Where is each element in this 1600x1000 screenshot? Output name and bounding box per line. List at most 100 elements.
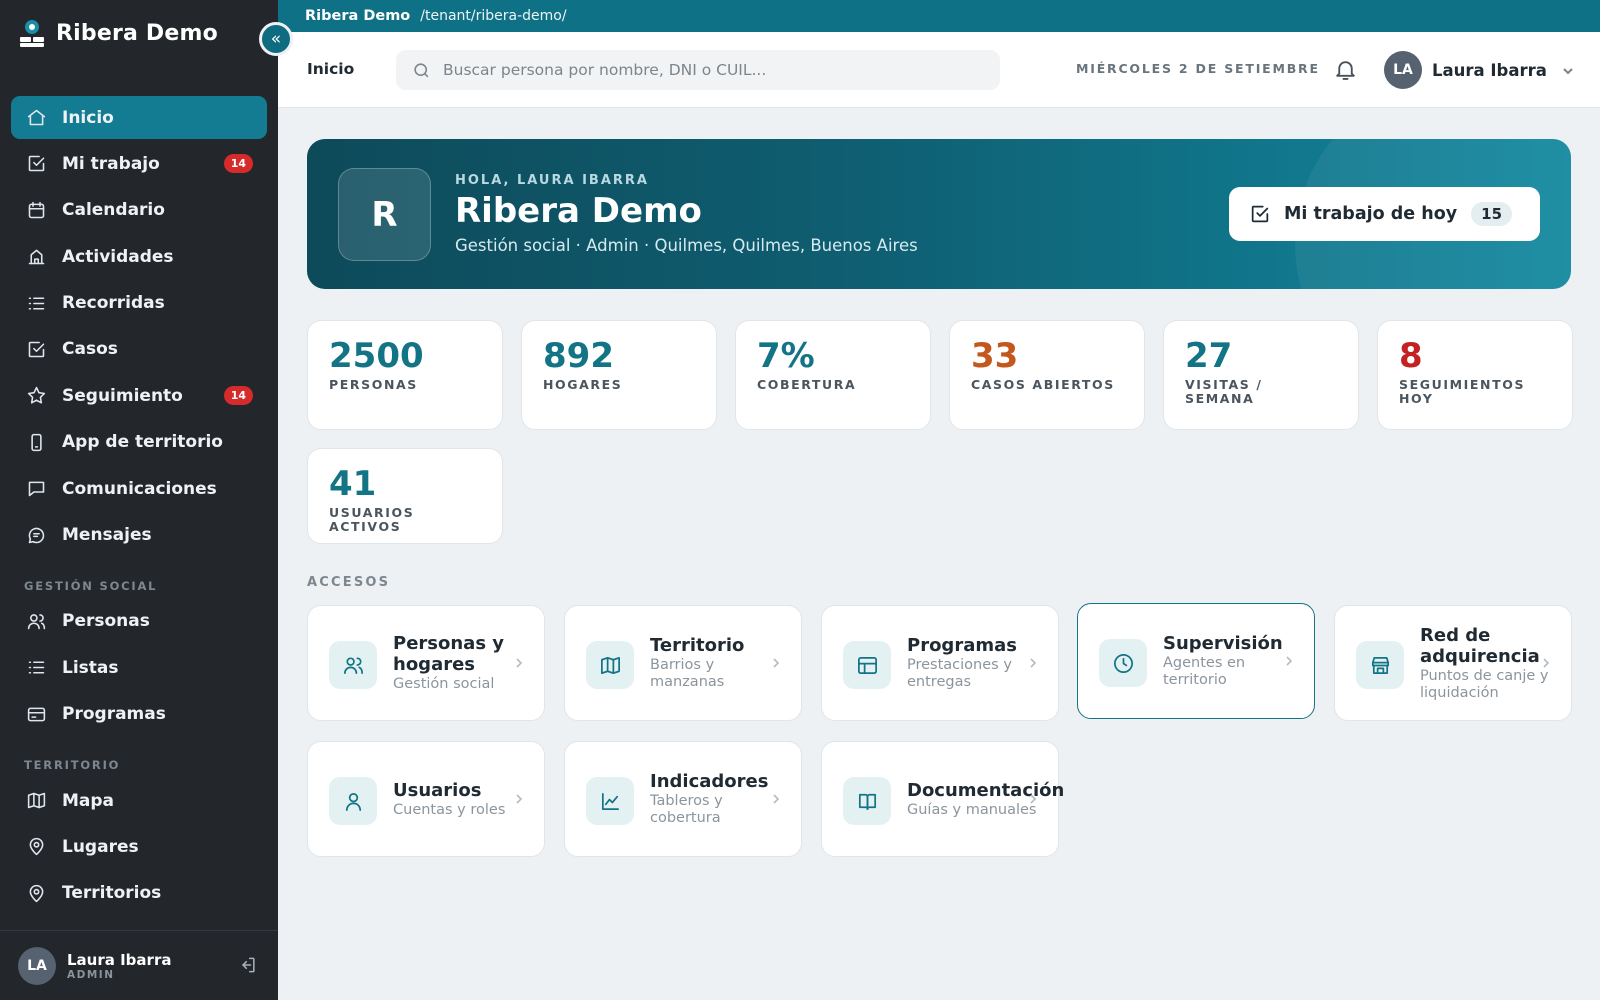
access-card-title: Supervisión [1163,633,1283,654]
users-icon [329,641,377,689]
user-menu[interactable]: LA Laura Ibarra [1384,51,1575,89]
access-card-subtitle: Puntos de canje y liquidación [1420,667,1549,701]
stat-value: 2500 [329,336,424,376]
tenant-name[interactable]: Ribera Demo [305,8,410,24]
stat-label: HOGARES [543,377,623,392]
sidebar-item-label: App de territorio [62,432,223,453]
chevron-down-icon [1561,63,1575,77]
list-icon [24,291,48,315]
sidebar-item-app-de-territorio[interactable]: App de territorio [11,421,267,464]
star-icon [24,384,48,408]
access-card-territorio[interactable]: Territorio Barrios y manzanas [564,605,802,721]
sidebar-item-inicio[interactable]: Inicio [11,96,267,139]
access-card-indicadores[interactable]: Indicadores Tableros y cobertura [564,741,802,857]
stat-card[interactable]: 7% COBERTURA [735,320,931,430]
avatar[interactable]: LA [18,946,56,985]
header: Inicio MIÉRCOLES 2 DE SETIEMBRE LA Laura… [278,32,1600,108]
access-card-subtitle: Guías y manuales [907,801,1037,818]
access-card-supervision[interactable]: Supervisión Agentes en territorio [1077,603,1315,719]
checkbox-icon [24,337,48,361]
footer-user-role: ADMIN [67,968,115,981]
chat-icon [24,477,48,501]
count-badge: 14 [223,154,253,174]
sidebar-item-label: Mensajes [62,525,152,546]
sidebar-item-calendario[interactable]: Calendario [11,189,267,232]
sidebar-item-programas[interactable]: Programas [11,693,267,736]
page-title: Ribera Demo [455,191,702,231]
stat-card[interactable]: 33 CASOS ABIERTOS [949,320,1145,430]
users-icon [24,609,48,633]
stat-card[interactable]: 27 VISITAS / SEMANA [1163,320,1359,430]
logout-icon[interactable] [238,955,258,975]
stat-card[interactable]: 8 SEGUIMIENTOS HOY [1377,320,1573,430]
map-icon [586,641,634,689]
sidebar-item-personas[interactable]: Personas [11,600,267,643]
notifications-bell-icon[interactable] [1330,54,1360,84]
section-label-accesos: ACCESOS [307,575,391,590]
collapse-sidebar-button[interactable]: « [259,22,293,56]
sidebar-section-heading: TERRITORIO [24,758,121,773]
list-icon [24,656,48,680]
sidebar-item-actividades[interactable]: Actividades [11,235,267,278]
calendar-icon [24,198,48,222]
stat-card[interactable]: 2500 PERSONAS [307,320,503,430]
stat-label: USUARIOS ACTIVOS [329,505,415,534]
sidebar-item-label: Recorridas [62,293,165,314]
sidebar-item-mapa[interactable]: Mapa [11,779,267,822]
sidebar-item-recorridas[interactable]: Recorridas [11,282,267,325]
brand-logo-icon [20,20,44,47]
chevron-right-icon [514,791,524,807]
stat-label: PERSONAS [329,377,418,392]
stat-label: COBERTURA [757,377,857,392]
chevron-right-icon [771,655,781,671]
my-work-today-count: 15 [1471,202,1513,226]
access-card-programas[interactable]: Programas Prestaciones y entregas [821,605,1059,721]
sidebar-item-comunicaciones[interactable]: Comunicaciones [11,467,267,510]
sidebar-item-label: Casos [62,339,118,360]
my-work-today-button[interactable]: Mi trabajo de hoy 15 [1229,187,1540,241]
access-card-subtitle: Barrios y manzanas [650,657,725,690]
building-icon [24,245,48,269]
access-card-documentacion[interactable]: Documentación Guías y manuales [821,741,1064,857]
pin-icon [24,881,48,905]
message-icon [24,523,48,547]
chevron-right-icon [514,655,524,671]
search-box[interactable] [396,50,1000,90]
avatar: LA [1384,51,1422,89]
sidebar-item-lugares[interactable]: Lugares [11,825,267,868]
sidebar-item-territorios[interactable]: Territorios [11,872,267,915]
stat-card[interactable]: 41 USUARIOS ACTIVOS [307,448,503,544]
sidebar-nav: Inicio Mi trabajo 14 Calendario Actividades R… [11,96,267,918]
search-input[interactable] [443,61,963,79]
chevron-right-icon [1028,655,1038,671]
hero-subtitle: Gestión social · Admin · Quilmes, Quilme… [455,236,918,255]
sidebar-section-heading: GESTIÓN SOCIAL [24,578,158,593]
stat-card[interactable]: 892 HOGARES [521,320,717,430]
access-card-red-de-adquirencia[interactable]: Red de adquirencia Puntos de canje y liqu… [1334,605,1572,721]
store-icon [1356,641,1404,689]
sidebar-item-casos[interactable]: Casos [11,328,267,371]
brand[interactable]: Ribera Demo [18,18,218,48]
phone-icon [24,430,48,454]
home-icon [24,106,48,130]
count-badge: 14 [223,386,253,406]
access-card-usuarios[interactable]: Usuarios Cuentas y roles [307,741,545,857]
sidebar-item-seguimiento[interactable]: Seguimiento 14 [11,374,267,417]
sidebar-item-mi-trabajo[interactable]: Mi trabajo 14 [11,142,267,185]
stat-value: 33 [971,336,1019,376]
stat-value: 892 [543,336,614,376]
access-card-personas-y-hogares[interactable]: Personas y hogares Gestión social [307,605,545,721]
chevron-right-icon [771,791,781,807]
chart-icon [586,777,634,825]
pin-icon [24,835,48,859]
access-card-subtitle: Prestaciones y entregas [907,657,1012,690]
sidebar-item-mensajes[interactable]: Mensajes [11,514,267,557]
current-date: MIÉRCOLES 2 DE SETIEMBRE [1076,61,1320,76]
sidebar-item-listas[interactable]: Listas [11,646,267,689]
access-card-title: Usuarios [393,779,482,801]
sidebar-item-label: Inicio [62,107,114,128]
checkbox-icon [1251,205,1269,223]
access-card-title: Territorio [650,635,745,656]
breadcrumb[interactable]: Inicio [307,60,354,78]
sidebar: Ribera Demo Inicio Mi trabajo 14 Calendario… [0,0,278,1000]
